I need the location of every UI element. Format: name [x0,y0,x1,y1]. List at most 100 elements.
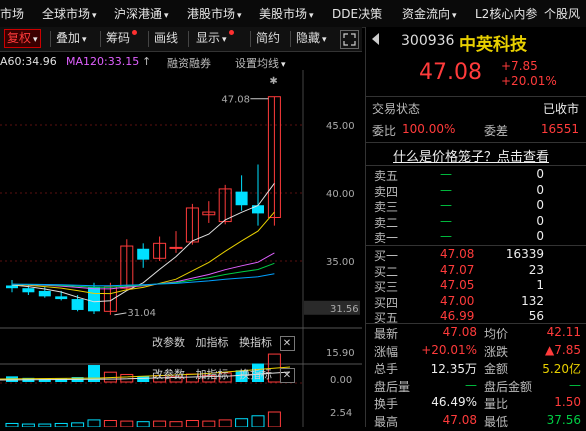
order-diff-label: 委差 [484,124,509,138]
indicator-bar [185,420,199,428]
chevron-down-icon: ▾ [237,11,242,21]
expand-icon[interactable] [340,30,359,49]
divider [290,31,291,47]
nav-item[interactable]: 全球市场 ▾ [42,5,97,22]
sub2-add-indicator-button[interactable]: 加指标 [196,368,229,381]
order-ratio-value: 100.00% [402,122,456,136]
overlay-button[interactable]: 叠加 ▾ [56,30,87,47]
divider [366,142,586,143]
margin-trading-link[interactable]: 融资融券 [167,55,211,71]
order-level-label: 卖一 [374,231,399,246]
sub2-params-button[interactable]: 改参数 [152,368,185,381]
sub2-axis-tick: 2.54 [330,408,352,419]
hide-label: 隐藏 [296,31,321,45]
order-book-row[interactable]: 买二 47.07 23 [366,262,586,279]
nav-item[interactable]: DDE决策 [332,5,382,22]
stock-name: 中英科技 [459,35,527,55]
ma60-line [11,273,275,287]
order-level-label: 买二 [374,264,399,279]
order-book-row[interactable]: 卖四 — 0 [366,183,586,199]
trade-status-row: 交易状态 已收市 [366,100,586,117]
low-price-pointer [114,312,127,316]
star-marker-icon: ✱ [269,76,277,87]
nav-item[interactable]: 市场 [0,5,24,22]
order-book-row[interactable]: 卖二 — 0 [366,214,586,230]
order-level-label: 卖五 [374,169,399,183]
nav-item[interactable]: L2核心内参 [475,5,537,22]
sub1-close-icon[interactable]: ✕ [279,336,295,351]
order-book-row[interactable]: 卖三 — 0 [366,198,586,214]
order-diff-value: 16551 [540,122,579,136]
quote-panel: 300936 中英科技 47.08 +7.85 +20.01% 交易状态 已收市… [365,27,586,429]
indicator-bar [218,419,232,428]
order-volume: 23 [528,262,544,277]
price-axis-tick: 35.00 [326,257,355,268]
order-price: — [440,167,452,181]
trade-status-value: 已收市 [542,102,579,116]
quote-stat-row: 总手 12.35万 金额 5.20亿 [366,360,586,377]
order-level-label: 买一 [374,249,399,263]
order-book-row[interactable]: 买四 47.00 132 [366,293,586,310]
stock-code: 300936 [401,33,455,49]
hide-button[interactable]: 隐藏 ▾ [296,30,327,47]
collapse-panel-icon[interactable] [372,33,379,45]
candle-body [235,191,248,206]
stat-value: — [569,377,581,392]
order-ratio-label: 委比 [372,124,397,138]
order-volume: 0 [536,198,544,213]
sub1-params-button[interactable]: 改参数 [152,336,185,349]
trade-status-label: 交易状态 [372,102,421,116]
stat-value: 42.11 [546,325,581,339]
stat-value: 47.08 [442,412,477,427]
sub2-close-icon[interactable]: ✕ [279,368,295,383]
display-button[interactable]: 显示 ▾ [196,30,234,47]
order-volume: 1 [536,278,544,293]
nav-item[interactable]: 沪深港通 ▾ [114,5,169,22]
order-book-row[interactable]: 卖五 — 0 [366,167,586,183]
fuquan-button[interactable]: 复权 ▾ [4,29,41,48]
divider [366,165,586,166]
current-price-label: 31.56 [330,304,359,315]
sub1-swap-indicator-button[interactable]: 换指标 [239,336,272,349]
high-price-label: 47.08 [221,95,250,106]
divider [148,31,149,47]
last-price: 47.08 [419,60,482,85]
stat-label: 金额 [484,362,509,376]
nav-item[interactable]: 港股市场 ▾ [187,5,242,22]
ma-settings-button[interactable]: 设置均线 ▾ [235,55,286,71]
nav-item-label: L2核心内参 [475,7,538,21]
nav-item[interactable]: 资金流向 ▾ [402,5,457,22]
order-book-row[interactable]: 买一 47.08 16339 [366,247,586,263]
chips-button[interactable]: 筹码 [106,30,138,47]
nav-item[interactable]: 个股风 [544,5,580,22]
order-book-row[interactable]: 买三 47.05 1 [366,278,586,294]
order-price: — [440,198,452,213]
sub2-swap-indicator-button[interactable]: 换指标 [239,368,272,381]
nav-item[interactable]: 美股市场 ▾ [259,5,314,22]
ma-settings-label: 设置均线 [235,57,279,70]
sub1-add-indicator-button[interactable]: 加指标 [196,336,229,349]
indicator-bar [153,420,167,428]
quote-stat-row: 涨幅 +20.01% 涨跌 ▲7.85 [366,343,586,360]
stat-value: 12.35万 [430,362,477,376]
candle-body [88,286,100,312]
divider [250,31,251,47]
chevron-down-icon: ▾ [92,11,97,21]
stat-label: 换手 [374,397,399,411]
stat-label: 量比 [484,397,509,411]
divider [100,31,101,47]
draw-line-button[interactable]: 画线 [154,30,178,47]
order-book-row[interactable]: 卖一 — 0 [366,229,586,246]
order-price: 47.00 [440,293,475,308]
stat-label: 最新 [374,327,399,341]
stat-value: 46.49% [431,395,477,409]
price-cage-link[interactable]: 什么是价格笼子？点击查看 [393,146,549,165]
nav-item-label: 个股风 [544,7,581,21]
indicator-bar [251,415,265,428]
divider [366,96,586,97]
simple-button[interactable]: 简约 [256,30,280,47]
stat-value: — [465,377,477,392]
nav-item-label: DDE决策 [332,7,383,21]
chevron-down-icon: ▾ [82,35,87,45]
divider [188,31,189,47]
